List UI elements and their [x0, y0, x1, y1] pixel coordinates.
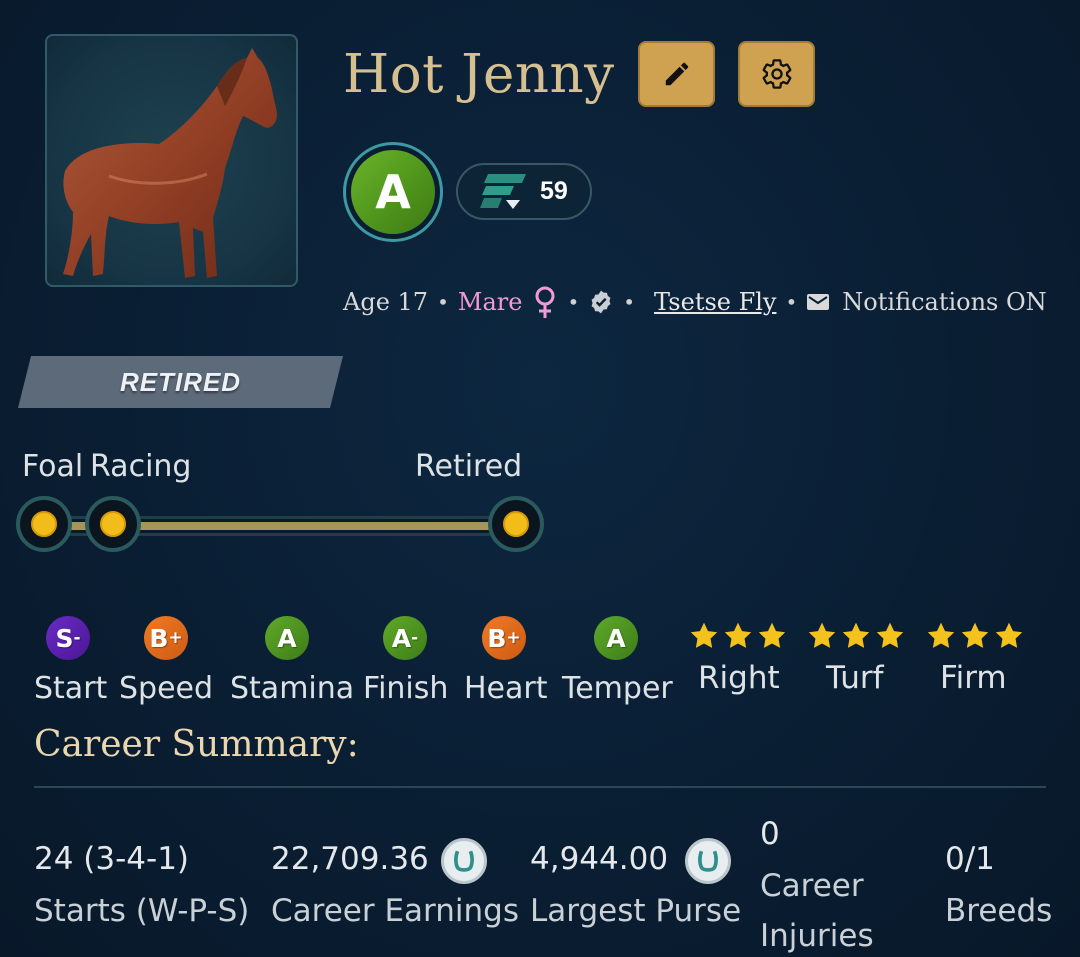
career-summary-title: Career Summary: [34, 724, 359, 765]
earnings-value: 22,709.36 [271, 841, 429, 877]
rating-pill[interactable]: 59 [456, 163, 592, 220]
stage-node-foal [16, 496, 72, 552]
status-text: RETIRED [119, 366, 242, 397]
starts-value: 24 (3-4-1) [34, 841, 190, 877]
grade-badge-heart: B + [482, 616, 526, 660]
rating-logo-icon [480, 173, 526, 209]
largest-purse-label: Largest Purse [530, 893, 742, 929]
injuries-label-line2: Injuries [760, 918, 874, 954]
star-icon [876, 622, 904, 648]
horse-name: Hot Jenny [343, 44, 615, 105]
pref-stars-turf [806, 620, 906, 652]
overall-grade-text: A [351, 150, 435, 234]
star-icon [927, 622, 955, 648]
notifications-toggle[interactable]: Notifications ON [842, 288, 1046, 316]
horse-meta-line: Age 17 • Mare • • Tsetse Fly • Notificat… [343, 282, 1047, 322]
stage-node-retired [488, 496, 544, 552]
attr-label-finish: Finish [363, 671, 449, 706]
star-icon [758, 622, 786, 648]
breeds-label: Breeds [945, 893, 1053, 929]
stage-node-racing [85, 496, 141, 552]
largest-purse-value: 4,944.00 [530, 841, 669, 877]
settings-button[interactable] [738, 41, 815, 107]
pref-stars-firm [925, 620, 1025, 652]
horseshoe-coin-icon [685, 838, 731, 884]
grade-badge-speed: B + [144, 616, 188, 660]
breeds-value: 0/1 [945, 841, 995, 877]
injuries-value: 0 [760, 816, 780, 852]
horseshoe-coin-icon [441, 838, 487, 884]
edit-icon [665, 62, 688, 86]
attr-label-speed: Speed [119, 671, 214, 706]
female-icon [535, 286, 555, 318]
settings-gear-icon [762, 59, 791, 89]
verified-icon [591, 290, 611, 314]
owner-link[interactable]: Tsetse Fly [654, 288, 776, 316]
star-icon [724, 622, 752, 648]
attr-label-heart: Heart [464, 671, 548, 706]
star-icon [961, 622, 989, 648]
status-banner: RETIRED [18, 356, 343, 408]
starts-label: Starts (W-P-S) [34, 893, 250, 929]
rating-value: 59 [540, 177, 568, 205]
horse-portrait [45, 34, 298, 287]
grade-badge-temper: A [594, 616, 638, 660]
attr-label-temper: Temper [562, 671, 673, 706]
star-icon [690, 622, 718, 648]
pref-stars-right [688, 620, 788, 652]
attr-label-stamina: Stamina [230, 671, 355, 706]
grade-badge-stamina: A [265, 616, 309, 660]
divider [34, 786, 1046, 788]
grade-badge-finish: A- [383, 616, 427, 660]
grade-badge-start: S- [46, 616, 90, 660]
injuries-label-line1: Career [760, 868, 864, 904]
age-text: Age 17 [343, 288, 429, 316]
edit-button[interactable] [638, 41, 715, 107]
sex-text: Mare [457, 288, 523, 316]
horse-image [63, 48, 277, 278]
stage-label-racing: Racing [90, 449, 192, 484]
overall-grade-badge: A [343, 142, 443, 242]
stage-label-foal: Foal [22, 449, 84, 484]
star-icon [842, 622, 870, 648]
earnings-label: Career Earnings [271, 893, 519, 929]
star-icon [808, 622, 836, 648]
mail-icon [807, 294, 830, 310]
stage-label-retired: Retired [415, 449, 523, 484]
pref-label-turf: Turf [826, 660, 884, 696]
pref-label-firm: Firm [940, 660, 1007, 696]
pref-label-right: Right [698, 660, 780, 696]
star-icon [995, 622, 1023, 648]
attr-label-start: Start [34, 671, 108, 706]
